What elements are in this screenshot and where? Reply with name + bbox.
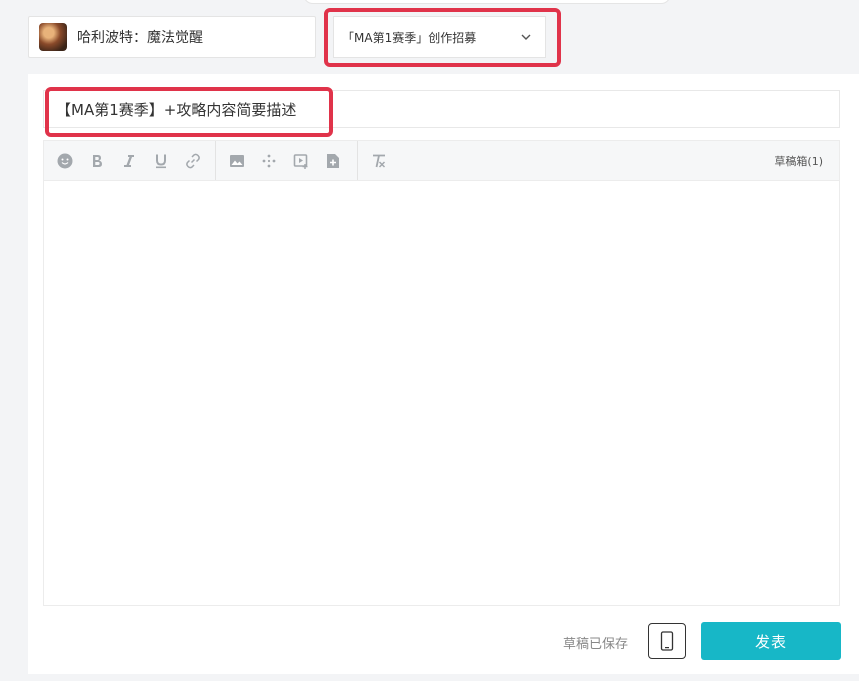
mobile-phone-icon xyxy=(660,631,674,651)
title-highlight-box xyxy=(45,87,333,137)
publish-button[interactable]: 发表 xyxy=(701,622,841,660)
clear-group xyxy=(358,141,395,180)
game-selector[interactable]: 哈利波特：魔法觉醒 xyxy=(28,16,316,58)
game-avatar xyxy=(39,23,67,51)
top-tab-edge xyxy=(303,0,671,4)
emoji-icon[interactable] xyxy=(49,141,81,181)
editor-content-area[interactable] xyxy=(43,180,840,606)
sparkle-icon[interactable] xyxy=(253,141,285,181)
category-highlight-box xyxy=(324,8,561,67)
bold-icon[interactable] xyxy=(81,141,113,181)
media-group xyxy=(216,141,349,180)
text-format-group xyxy=(44,141,209,180)
italic-icon[interactable] xyxy=(113,141,145,181)
drafts-link[interactable]: 草稿箱(1) xyxy=(774,153,823,169)
link-icon[interactable] xyxy=(177,141,209,181)
game-name: 哈利波特：魔法觉醒 xyxy=(77,30,203,46)
editor-toolbar: 草稿箱(1) xyxy=(43,140,840,181)
underline-icon[interactable] xyxy=(145,141,177,181)
draft-saved-status: 草稿已保存 xyxy=(563,637,629,652)
image-icon[interactable] xyxy=(221,141,253,181)
clear-format-icon[interactable] xyxy=(363,141,395,181)
mobile-preview-button[interactable] xyxy=(648,623,686,659)
video-icon[interactable] xyxy=(285,141,317,181)
add-page-icon[interactable] xyxy=(317,141,349,181)
